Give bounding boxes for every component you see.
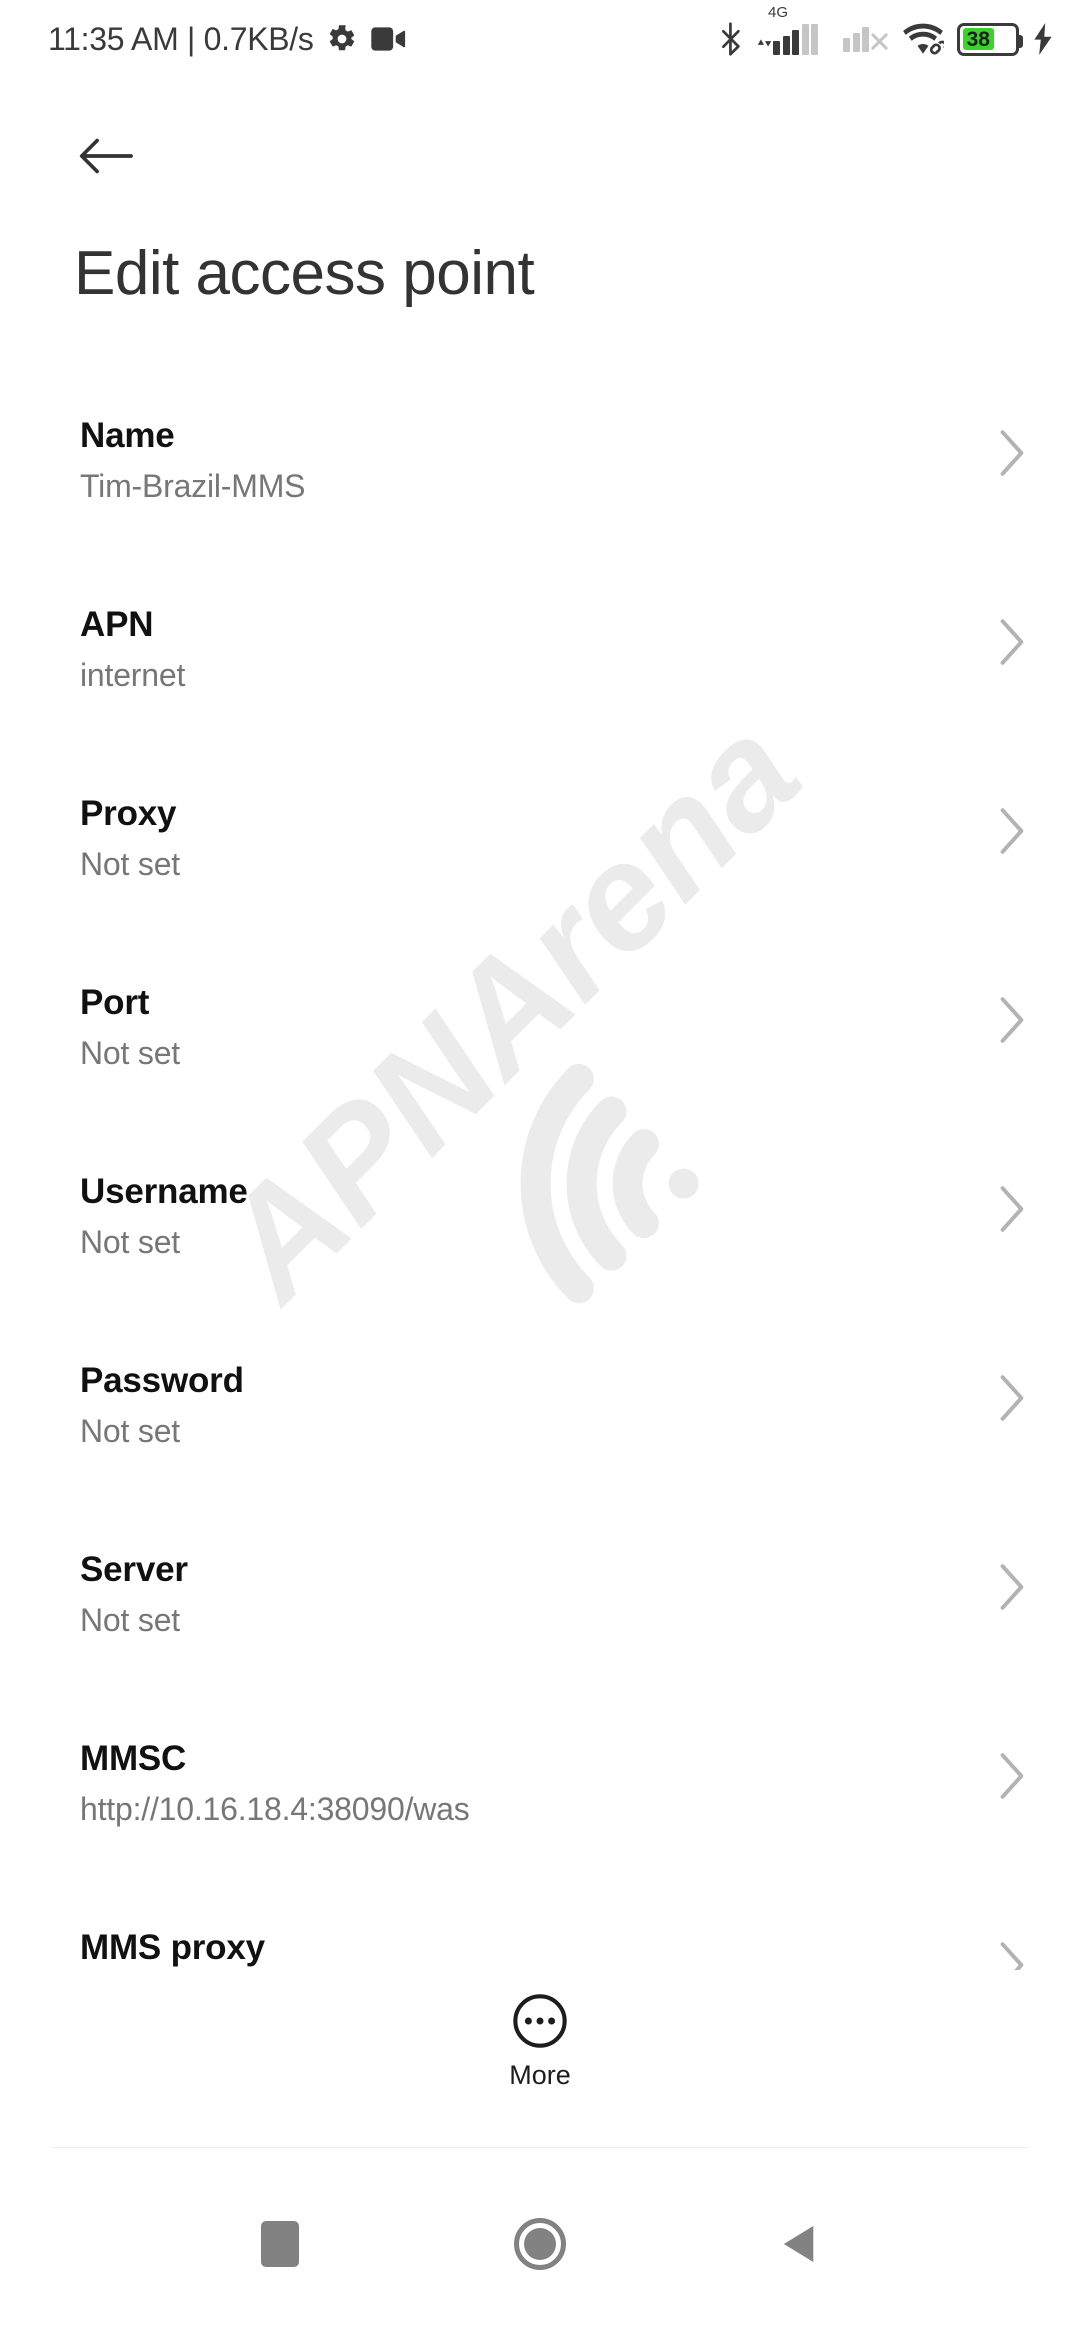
nav-home-button[interactable] — [485, 2189, 595, 2299]
row-label: Server — [80, 1550, 188, 1589]
row-label: Name — [80, 416, 175, 455]
row-value: Not set — [80, 846, 180, 882]
row-value: Not set — [80, 1035, 180, 1071]
row-label: MMS proxy — [80, 1928, 265, 1967]
list-item[interactable]: Server Not set — [0, 1538, 1080, 1727]
list-item[interactable]: Proxy Not set — [0, 782, 1080, 971]
more-button-label: More — [509, 2060, 571, 2090]
status-bar-right: 4G 38 — [718, 5, 1054, 56]
network-type-label: 4G — [768, 3, 789, 21]
row-label: Password — [80, 1361, 244, 1400]
chevron-right-icon — [998, 1562, 1028, 1612]
row-value: Not set — [80, 1224, 180, 1260]
battery-icon: 38 — [957, 22, 1023, 56]
gear-icon — [327, 24, 357, 54]
more-button[interactable]: More — [0, 1970, 1080, 2107]
sim1-signal-icon: 4G — [757, 5, 818, 55]
chevron-right-icon — [998, 1184, 1028, 1234]
recents-square-icon — [261, 2221, 299, 2267]
page-title: Edit access point — [74, 239, 535, 308]
sim2-no-service-icon — [843, 26, 889, 52]
list-item[interactable]: MMSC http://10.16.18.4:38090/was — [0, 1727, 1080, 1916]
row-label: Username — [80, 1172, 248, 1211]
charging-bolt-icon — [1032, 23, 1054, 55]
more-circle-icon — [513, 1994, 567, 2048]
list-item[interactable]: Name Tim-Brazil-MMS — [0, 404, 1080, 593]
status-bar-left: 11:35 AM | 0.7KB/s — [48, 21, 406, 58]
row-label: Proxy — [80, 794, 177, 833]
chevron-right-icon — [998, 995, 1028, 1045]
phone-screen: 11:35 AM | 0.7KB/s 4G 38 Edit access poi… — [0, 0, 1080, 2340]
chevron-right-icon — [998, 1751, 1028, 1801]
wifi-icon — [902, 23, 944, 55]
screen-record-icon — [370, 26, 406, 52]
row-label: APN — [80, 605, 154, 644]
row-value: Not set — [80, 1602, 180, 1638]
home-circle-icon — [514, 2218, 566, 2270]
list-item[interactable]: Port Not set — [0, 971, 1080, 1160]
chevron-right-icon — [998, 1373, 1028, 1423]
list-item[interactable]: Password Not set — [0, 1349, 1080, 1538]
list-item[interactable]: APN internet — [0, 593, 1080, 782]
back-triangle-icon — [783, 2225, 814, 2263]
row-value: http://10.16.18.4:38090/was — [80, 1791, 470, 1827]
nav-back-button[interactable] — [745, 2189, 855, 2299]
back-arrow-icon — [79, 138, 133, 174]
row-label: MMSC — [80, 1739, 187, 1778]
nav-recents-button[interactable] — [225, 2189, 335, 2299]
back-button[interactable] — [62, 112, 150, 200]
bluetooth-icon — [718, 22, 744, 56]
status-bar: 11:35 AM | 0.7KB/s 4G 38 — [0, 0, 1080, 78]
row-label: Port — [80, 983, 150, 1022]
status-clock: 11:35 AM | 0.7KB/s — [48, 20, 314, 57]
chevron-right-icon — [998, 617, 1028, 667]
chevron-right-icon — [998, 806, 1028, 856]
sim2-bars — [843, 26, 869, 52]
android-nav-bar — [0, 2148, 1080, 2340]
row-value: internet — [80, 657, 186, 693]
battery-level: 38 — [966, 27, 990, 51]
sim1-bars — [773, 23, 818, 55]
chevron-right-icon — [998, 428, 1028, 478]
row-value: Not set — [80, 1413, 180, 1449]
row-value: Tim-Brazil-MMS — [80, 468, 306, 504]
list-item[interactable]: Username Not set — [0, 1160, 1080, 1349]
apn-settings-list: Name Tim-Brazil-MMS APN internet Proxy N… — [0, 404, 1080, 2105]
